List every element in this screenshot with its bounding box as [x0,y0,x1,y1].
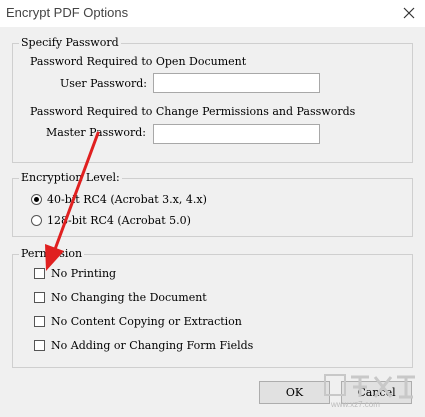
radio-40-bit[interactable] [31,194,42,205]
permission-legend: Permission [19,247,85,261]
no-content-copying-checkbox[interactable] [34,316,45,327]
change-permissions-heading: Password Required to Change Permissions … [30,105,356,118]
encryption-level-group: Encryption Level: [12,171,413,237]
ok-button[interactable]: OK [259,381,330,404]
user-password-input[interactable] [153,73,320,93]
radio-128-bit-label[interactable]: 128-bit RC4 (Acrobat 5.0) [47,214,191,228]
watermark-logo-icon [324,374,415,399]
no-content-copying-label[interactable]: No Content Copying or Extraction [51,315,242,329]
site-watermark: www.xz7.com [321,371,419,413]
master-password-label: Master Password: [46,126,146,139]
watermark-url: www.xz7.com [331,400,380,409]
open-document-heading: Password Required to Open Document [30,55,247,68]
no-changing-document-checkbox[interactable] [34,292,45,303]
specify-password-legend: Specify Password [19,36,121,50]
encryption-level-legend: Encryption Level: [19,171,122,185]
master-password-input[interactable] [153,124,320,144]
window-title: Encrypt PDF Options [6,5,129,20]
user-password-label: User Password: [60,77,147,90]
radio-40-bit-label[interactable]: 40-bit RC4 (Acrobat 3.x, 4.x) [47,193,207,207]
no-printing-checkbox[interactable] [34,268,45,279]
no-form-fields-label[interactable]: No Adding or Changing Form Fields [51,339,253,353]
close-icon[interactable] [397,2,421,24]
title-bar: Encrypt PDF Options [0,0,425,27]
no-printing-label[interactable]: No Printing [51,267,116,281]
no-form-fields-checkbox[interactable] [34,340,45,351]
no-changing-document-label[interactable]: No Changing the Document [51,291,207,305]
radio-128-bit[interactable] [31,215,42,226]
